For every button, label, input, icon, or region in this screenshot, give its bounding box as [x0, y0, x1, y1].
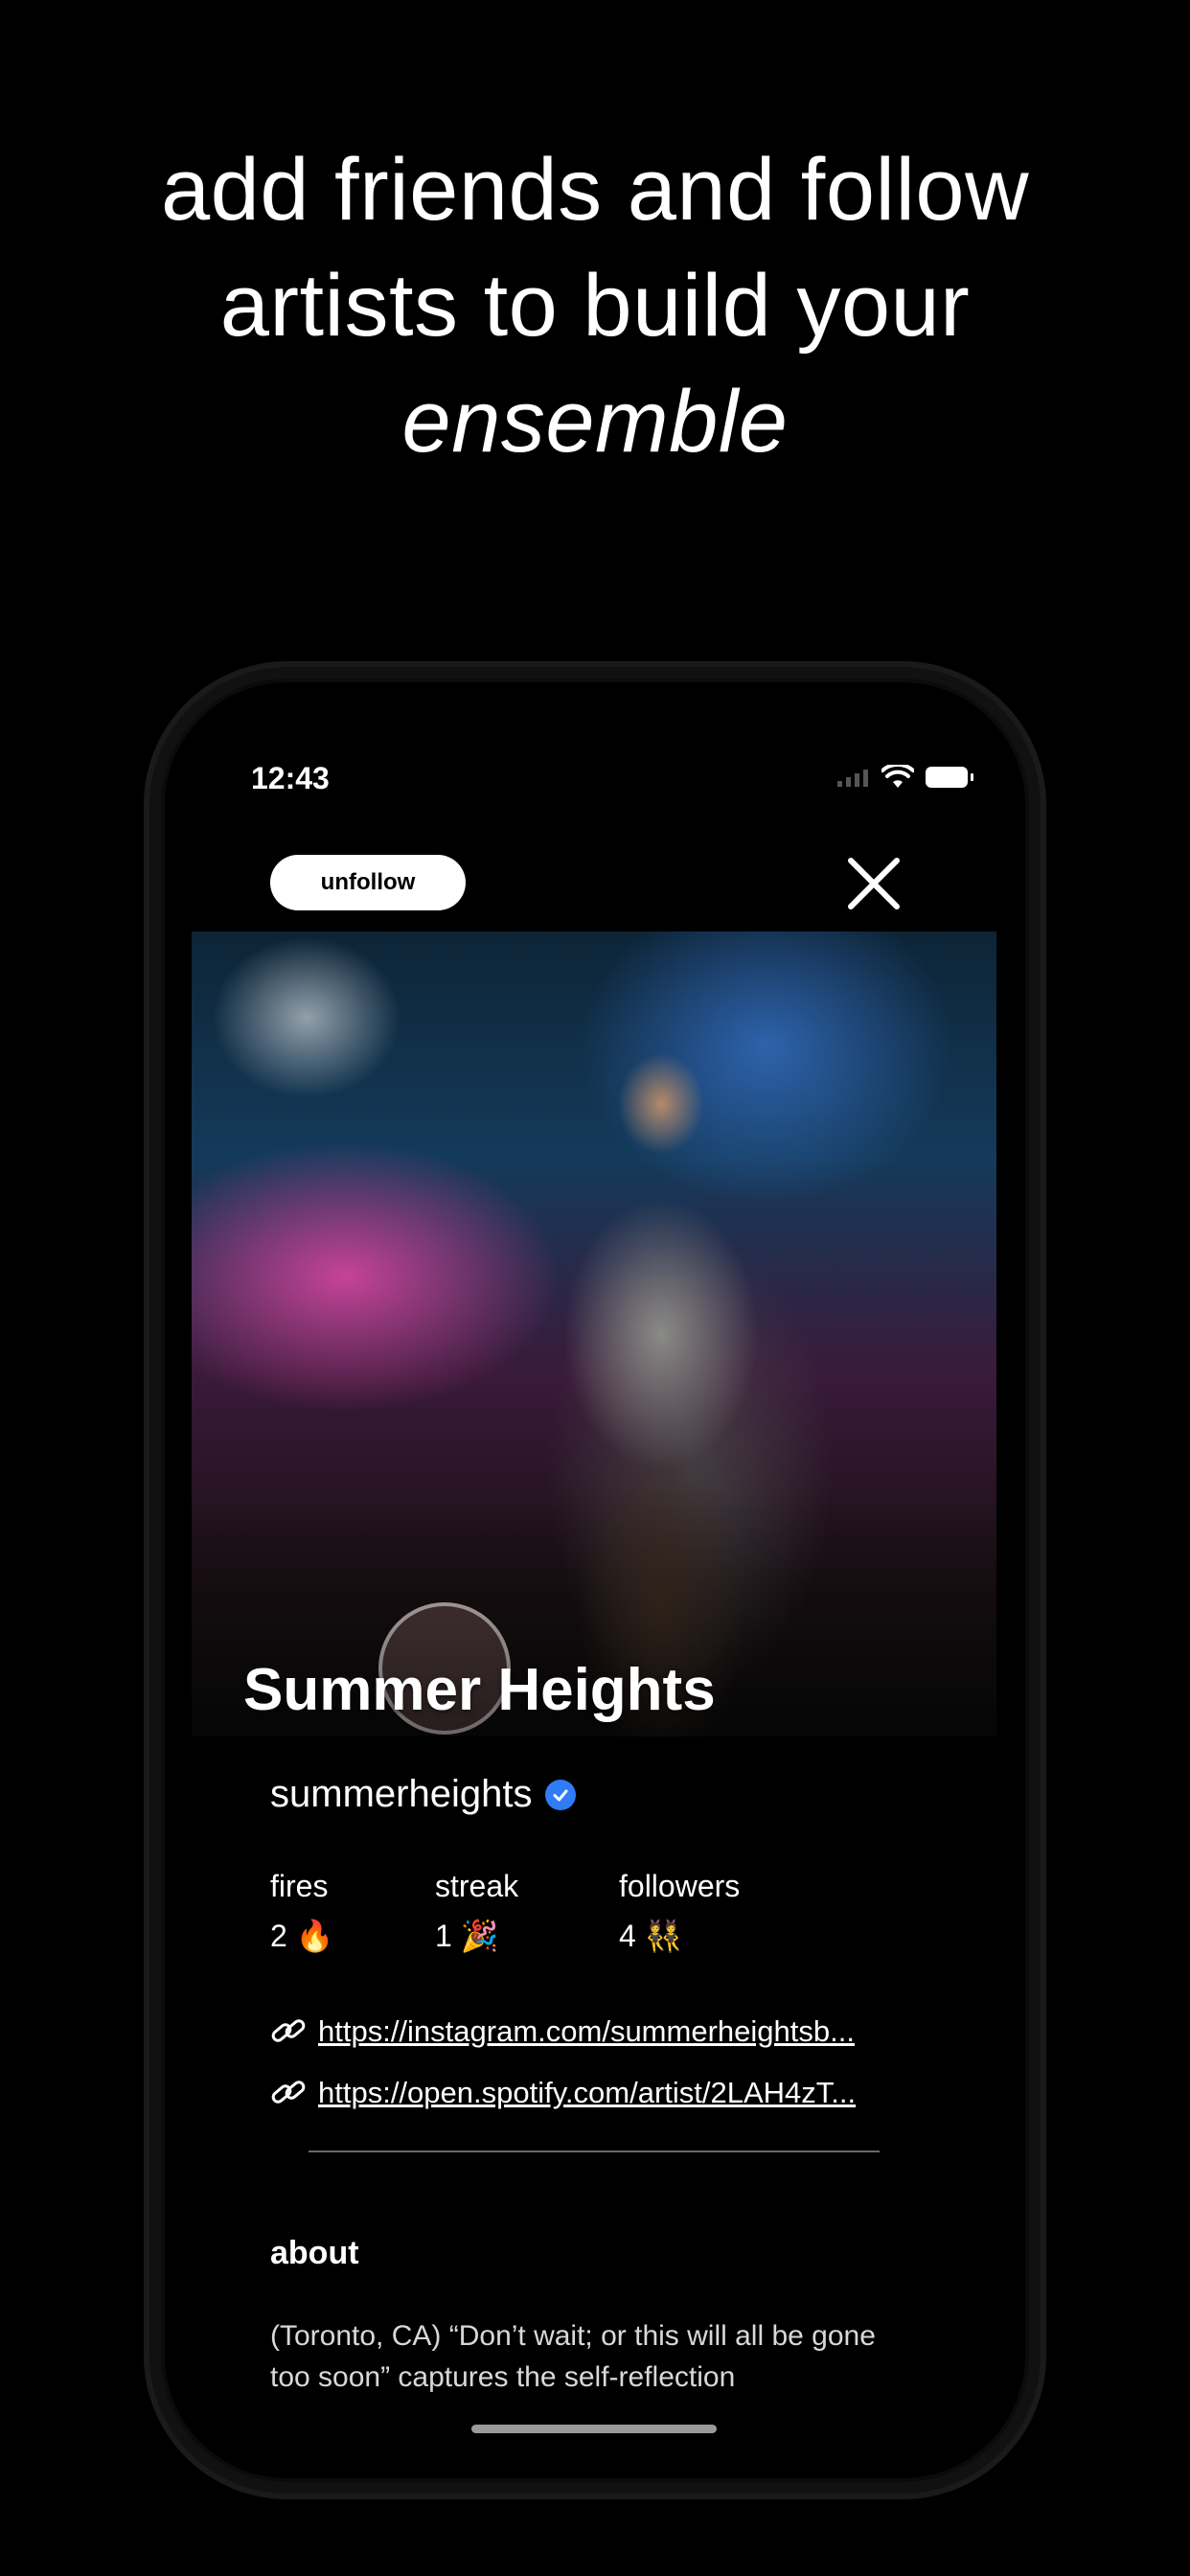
- headline-line-3: ensemble: [401, 373, 789, 471]
- home-indicator[interactable]: [471, 2425, 717, 2433]
- about-title: about: [270, 2235, 359, 2271]
- phone-screen: 12:43 unfollow Summer Heights summerheig…: [165, 682, 1025, 2478]
- cellular-signal-icon: [837, 770, 868, 787]
- stat-streak: streak 1 🎉: [435, 1869, 518, 1954]
- stat-followers: followers 4 👯: [619, 1869, 740, 1954]
- spotify-link[interactable]: https://open.spotify.com/artist/2LAH4zT.…: [270, 2062, 912, 2124]
- headline: add friends and follow artists to build …: [0, 132, 1190, 480]
- battery-icon: [926, 767, 973, 788]
- stat-label: fires: [270, 1869, 329, 1903]
- stat-value: 2 🔥: [270, 1919, 334, 1953]
- close-button[interactable]: [835, 845, 912, 922]
- stat-fires: fires 2 🔥: [270, 1869, 334, 1954]
- section-divider: [309, 2150, 880, 2152]
- link-text: https://instagram.com/summerheightsb...: [318, 2014, 855, 2048]
- artist-handle: summerheights: [270, 1773, 533, 1815]
- headline-line-2: artists to build your: [219, 257, 971, 355]
- artist-name: Summer Heights: [243, 1657, 716, 1723]
- verified-badge-icon: [545, 1779, 577, 1810]
- headline-line-1: add friends and follow: [160, 141, 1030, 239]
- status-icons: [837, 765, 973, 790]
- link-icon: [271, 2019, 306, 2042]
- handle-row: summerheights: [270, 1773, 577, 1816]
- about-text: (Toronto, CA) “Don’t wait; or this will …: [270, 2320, 876, 2393]
- instagram-link[interactable]: https://instagram.com/summerheightsb...: [270, 2001, 912, 2062]
- stat-label: streak: [435, 1869, 519, 1903]
- link-icon: [271, 2081, 306, 2104]
- stat-label: followers: [619, 1869, 741, 1903]
- wifi-icon: [881, 765, 914, 788]
- close-icon: [848, 858, 900, 909]
- artist-photo: [192, 932, 996, 1736]
- unfollow-button[interactable]: unfollow: [270, 855, 466, 910]
- link-text: https://open.spotify.com/artist/2LAH4zT.…: [318, 2076, 857, 2109]
- bottom-fade: [165, 2388, 1025, 2478]
- stat-value: 1 🎉: [435, 1919, 499, 1953]
- stat-value: 4 👯: [619, 1919, 683, 1953]
- links-list: https://instagram.com/summerheightsb... …: [270, 2001, 912, 2124]
- status-time: 12:43: [251, 761, 330, 795]
- phone-frame: 12:43 unfollow Summer Heights summerheig…: [144, 661, 1046, 2499]
